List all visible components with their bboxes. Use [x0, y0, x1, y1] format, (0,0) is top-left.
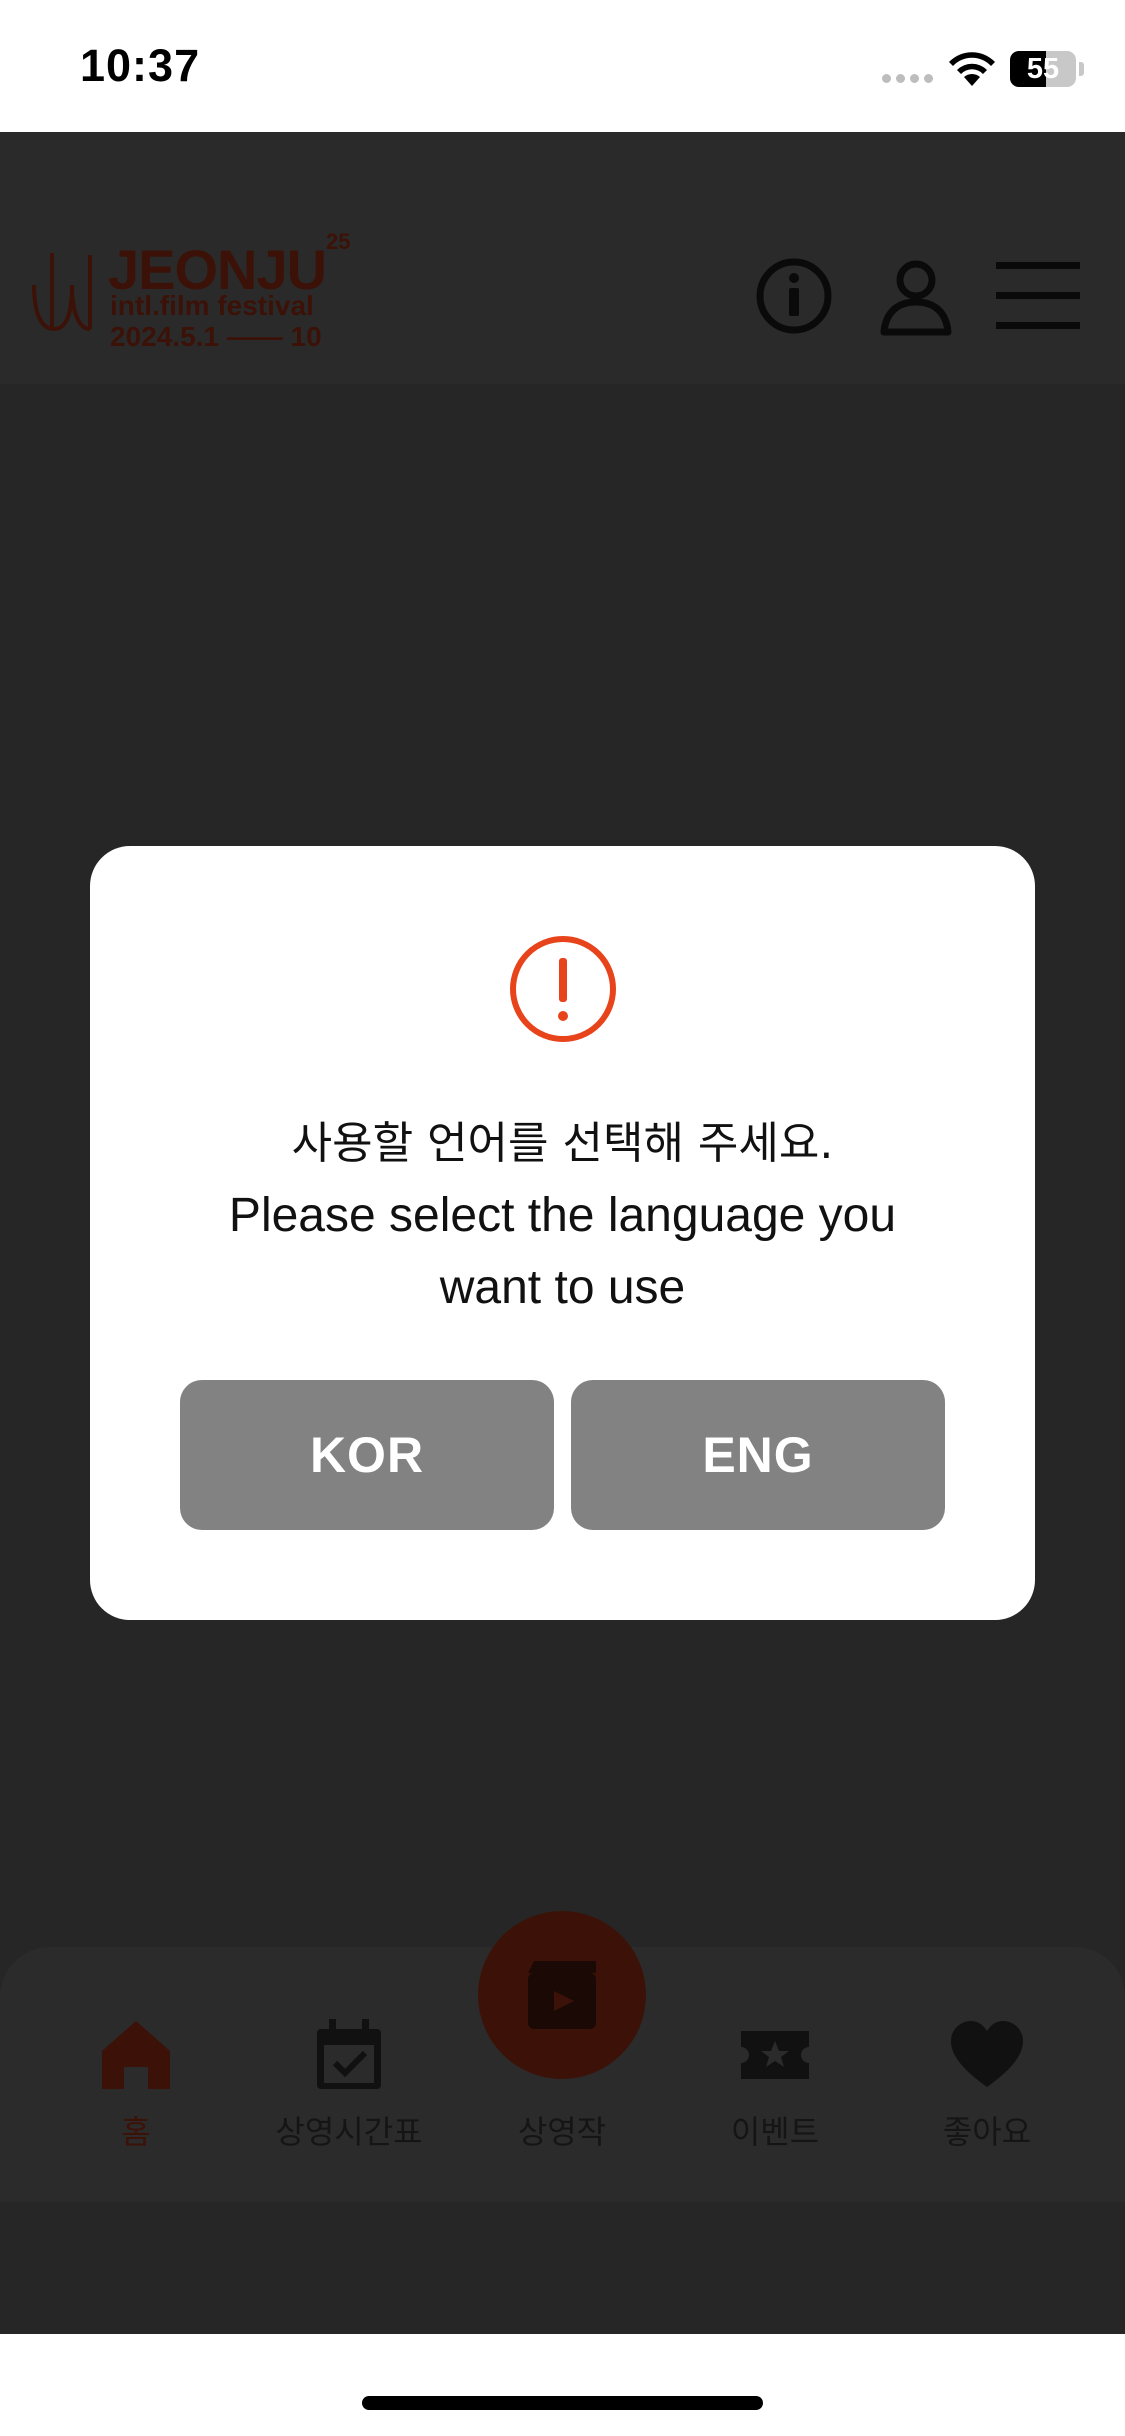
nav-label-schedule: 상영시간표 [275, 2113, 423, 2151]
nav-item-events[interactable]: 이벤트 [675, 1947, 875, 2202]
nav-label-events: 이벤트 [730, 2113, 820, 2151]
heart-icon [951, 2021, 1023, 2087]
menu-icon[interactable] [994, 256, 1082, 336]
ticket-star-icon [741, 2031, 809, 2079]
cellular-signal-icon [882, 74, 933, 83]
info-icon[interactable] [754, 256, 834, 336]
nav-item-schedule[interactable]: 상영시간표 [249, 1947, 449, 2202]
logo-dates: 2024.5.1 —— 10 [110, 321, 322, 352]
nav-label-likes: 좋아요 [942, 2113, 1032, 2151]
nav-label-films: 상영작 [517, 2113, 607, 2151]
nav-item-home[interactable]: 홈 [36, 1947, 236, 2202]
nav-label-home: 홈 [121, 2113, 151, 2151]
battery-nub [1079, 62, 1084, 76]
film-clapper-icon [528, 1961, 596, 2029]
logo-subtitle: intl.film festival [110, 290, 314, 321]
logo-mark-icon [32, 253, 92, 332]
eng-button[interactable]: ENG [571, 1380, 945, 1530]
films-fab[interactable] [478, 1911, 646, 2079]
status-time: 10:37 [80, 40, 201, 91]
logo-edition: 25 [326, 229, 351, 254]
user-icon[interactable] [876, 256, 956, 336]
home-icon [102, 2021, 170, 2089]
home-indicator-area [0, 2334, 1125, 2436]
nav-item-likes[interactable]: 좋아요 [887, 1947, 1087, 2202]
dialog-message: 사용할 언어를 선택해 주세요. Please select the langu… [130, 1108, 995, 1324]
wifi-icon [949, 52, 995, 86]
dialog-message-en-2: want to use [439, 1261, 686, 1314]
dialog-message-ko: 사용할 언어를 선택해 주세요. [291, 1118, 834, 1169]
app-header: JEONJU 25 intl.film festival 2024.5.1 ——… [0, 132, 1125, 384]
battery-level: 55 [1026, 53, 1060, 85]
dialog-message-en-1: Please select the language you [228, 1189, 897, 1242]
kor-button[interactable]: KOR [180, 1380, 554, 1530]
status-bar: 10:37 55 [0, 0, 1125, 132]
alert-icon [510, 936, 616, 1042]
festival-logo[interactable]: JEONJU 25 intl.film festival 2024.5.1 ——… [28, 229, 388, 357]
calendar-check-icon [317, 2019, 381, 2089]
language-dialog: 사용할 언어를 선택해 주세요. Please select the langu… [90, 846, 1035, 1620]
battery-icon: 55 [1010, 51, 1076, 87]
home-indicator[interactable] [362, 2396, 763, 2410]
